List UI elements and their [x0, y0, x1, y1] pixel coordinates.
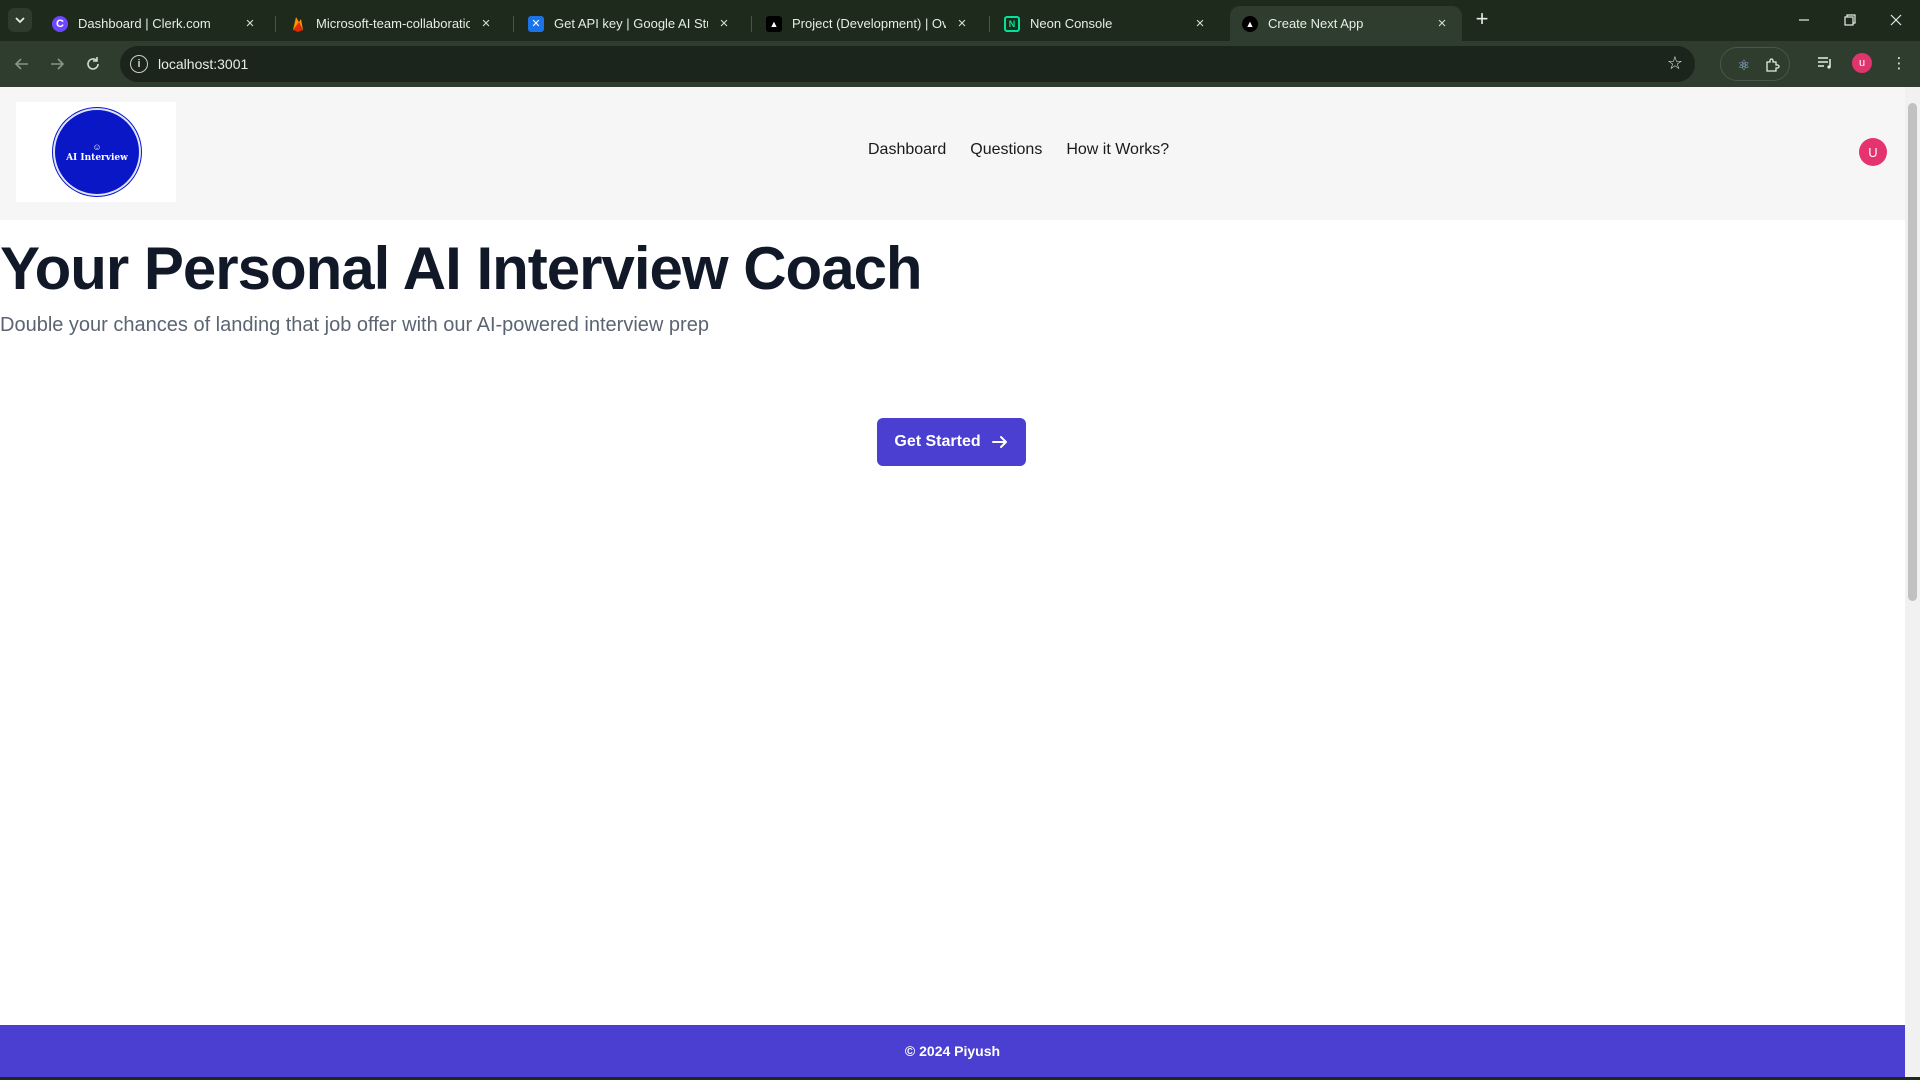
new-tab-button[interactable]: +	[1470, 8, 1494, 32]
get-started-label: Get Started	[894, 433, 981, 450]
project-icon: ▲	[766, 15, 782, 32]
site-header: ☺ AI Interview Dashboard Questions How i…	[0, 87, 1905, 220]
hero-title: Your Personal AI Interview Coach	[0, 235, 923, 302]
scrollbar-thumb[interactable]	[1908, 103, 1917, 601]
browser-tab-clerk[interactable]: C Dashboard | Clerk.com ×	[40, 6, 270, 41]
get-started-button[interactable]: Get Started	[877, 418, 1026, 466]
media-control-icon[interactable]	[1814, 52, 1836, 74]
nav-link-dashboard[interactable]: Dashboard	[868, 141, 946, 159]
address-bar[interactable]: i localhost:3001 ☆	[120, 46, 1695, 82]
close-icon[interactable]: ×	[716, 15, 732, 32]
browser-tab-active[interactable]: ▲ Create Next App ×	[1230, 6, 1462, 41]
close-window-button[interactable]	[1884, 8, 1908, 32]
firebase-icon	[290, 16, 306, 32]
arrow-right-icon	[51, 58, 65, 70]
browser-tab-firebase[interactable]: Microsoft-team-collaboration - ×	[278, 6, 506, 41]
browser-tab-project[interactable]: ▲ Project (Development) | Overvie ×	[754, 6, 982, 41]
browser-tab-strip: C Dashboard | Clerk.com × Microsoft-team…	[0, 0, 1920, 41]
page-viewport: ☺ AI Interview Dashboard Questions How i…	[0, 87, 1920, 1077]
url-text[interactable]: localhost:3001	[158, 56, 248, 72]
close-icon[interactable]: ×	[242, 15, 258, 32]
restore-button[interactable]	[1838, 8, 1862, 32]
site-footer: © 2024 Piyush	[0, 1025, 1905, 1077]
browser-tab-google-ai-studio[interactable]: ✕ Get API key | Google AI Studio ×	[516, 6, 744, 41]
google-ai-studio-icon: ✕	[528, 15, 544, 32]
site-info-icon[interactable]: i	[130, 55, 148, 73]
minimize-button[interactable]	[1792, 8, 1816, 32]
browser-toolbar: i localhost:3001 ☆ ⚛ u ⋮	[0, 41, 1920, 87]
page-scrollbar[interactable]	[1905, 87, 1920, 1077]
browser-tab-neon[interactable]: N Neon Console ×	[992, 6, 1220, 41]
restore-icon	[1844, 14, 1856, 26]
logo-mark-icon: ☺	[92, 141, 102, 152]
clerk-icon: C	[52, 15, 68, 32]
react-devtools-icon[interactable]: ⚛	[1735, 56, 1753, 74]
user-avatar[interactable]: U	[1859, 138, 1887, 166]
logo-badge: ☺ AI Interview	[53, 108, 141, 196]
browser-profile-avatar[interactable]: u	[1852, 53, 1872, 73]
extensions-puzzle-icon[interactable]	[1763, 56, 1781, 74]
bookmark-star-icon[interactable]: ☆	[1667, 53, 1683, 74]
close-icon[interactable]: ×	[954, 15, 970, 32]
hero-subtitle: Double your chances of landing that job …	[0, 314, 709, 336]
forward-button[interactable]	[44, 51, 70, 77]
grid-pattern	[9, 220, 1891, 1025]
logo[interactable]: ☺ AI Interview	[16, 102, 176, 202]
neon-icon: N	[1004, 15, 1020, 32]
close-icon[interactable]: ×	[478, 15, 494, 32]
close-icon[interactable]: ×	[1192, 15, 1208, 32]
tab-search-button[interactable]	[8, 8, 32, 32]
close-icon[interactable]: ×	[1434, 15, 1450, 32]
nextjs-icon: ▲	[1242, 15, 1258, 32]
minimize-icon	[1799, 19, 1809, 21]
back-button[interactable]	[9, 51, 35, 77]
close-icon	[1890, 14, 1902, 26]
nav-link-questions[interactable]: Questions	[970, 141, 1042, 159]
reload-button[interactable]	[80, 51, 106, 77]
nav-link-how-it-works[interactable]: How it Works?	[1066, 141, 1169, 159]
main-nav: Dashboard Questions How it Works?	[868, 141, 1169, 159]
reload-icon	[87, 57, 99, 70]
background-grid	[0, 220, 1905, 1025]
footer-copyright: © 2024 Piyush	[904, 1043, 1001, 1059]
extensions-group: ⚛	[1720, 47, 1790, 81]
kebab-menu-icon[interactable]: ⋮	[1888, 52, 1910, 74]
arrow-left-icon	[14, 58, 28, 70]
chevron-down-icon	[15, 17, 25, 24]
arrow-right-icon	[991, 436, 1007, 448]
